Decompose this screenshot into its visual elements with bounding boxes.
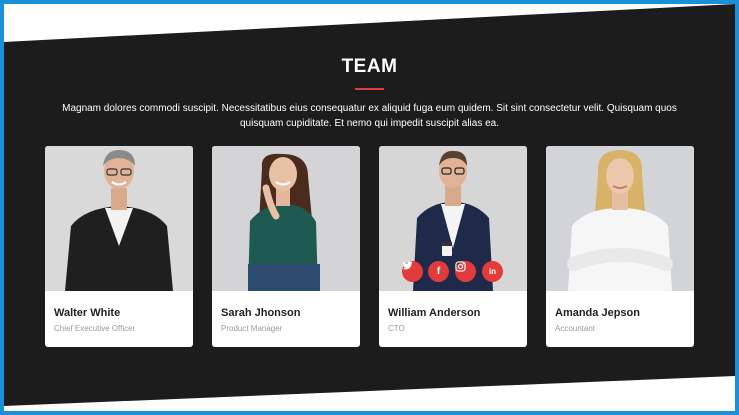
- team-member-photo: [212, 146, 360, 291]
- team-member-role: Accountant: [555, 324, 596, 333]
- twitter-icon[interactable]: [402, 261, 423, 282]
- team-member-role: Chief Executive Officer: [54, 324, 136, 333]
- facebook-icon[interactable]: f: [428, 261, 449, 282]
- team-grid: Walter White Chief Executive Officer Sar…: [45, 146, 697, 348]
- team-member-photo: [546, 146, 694, 291]
- video-frame: TEAM Magnam dolores commodi suscipit. Ne…: [4, 4, 735, 411]
- team-card: Amanda Jepson Accountant: [546, 146, 694, 347]
- instagram-icon[interactable]: [455, 261, 476, 282]
- social-links: f in: [402, 261, 522, 283]
- team-member-role: Product Manager: [221, 324, 283, 333]
- linkedin-icon[interactable]: in: [482, 261, 503, 282]
- team-card: Sarah Jhonson Product Manager: [212, 146, 360, 347]
- team-member-name: Sarah Jhonson: [221, 307, 301, 319]
- title-underline: [355, 88, 384, 90]
- team-member-name: William Anderson: [388, 307, 481, 319]
- team-member-role: CTO: [388, 324, 405, 333]
- team-card: Walter White Chief Executive Officer: [45, 146, 193, 347]
- team-member-name: Walter White: [54, 307, 121, 319]
- team-member-photo: [45, 146, 193, 291]
- team-card: f in William Anderson CTO: [379, 146, 527, 347]
- section-description: Magnam dolores commodi suscipit. Necessi…: [62, 103, 677, 129]
- team-member-name: Amanda Jepson: [555, 307, 640, 319]
- team-member-photo: f in: [379, 146, 527, 291]
- section-title: TEAM: [341, 56, 398, 77]
